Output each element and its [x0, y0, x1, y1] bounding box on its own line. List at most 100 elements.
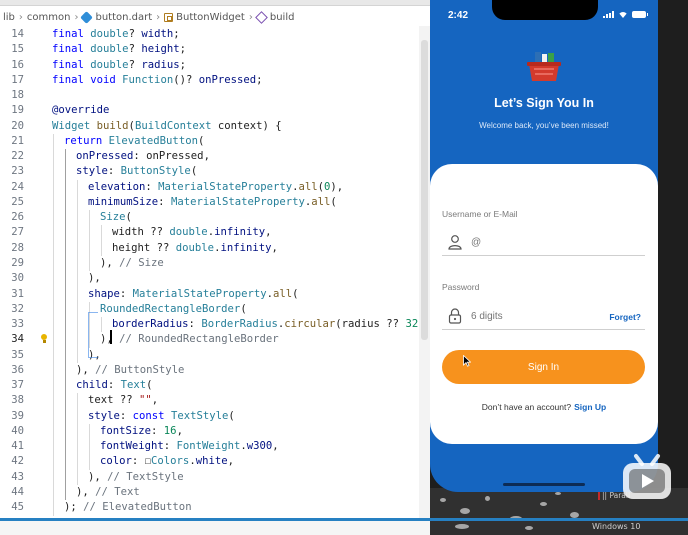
indent-guide [77, 194, 78, 211]
code-token: final [52, 73, 91, 86]
code-line[interactable]: 25 minimumSize: MaterialStateProperty.all… [0, 194, 430, 211]
signup-prompt-text: Don’t have an account? [481, 402, 572, 412]
breadcrumb-common[interactable]: common [27, 12, 71, 23]
chevron-right-icon: › [156, 11, 161, 23]
video-play-icon [623, 454, 671, 499]
code-line[interactable]: 19 @override [0, 103, 430, 118]
code-token: ElevatedButton [108, 134, 198, 147]
code-line[interactable]: 28 height ?? double.infinity, [0, 240, 430, 256]
code-line[interactable]: 22 onPressed: onPressed, [0, 149, 430, 165]
home-indicator[interactable] [503, 483, 585, 486]
code-line[interactable]: 36), // ButtonStyle [0, 362, 430, 379]
code-token: FontWeight [176, 440, 241, 453]
indent-guide [77, 469, 78, 485]
code-line[interactable]: 21 return ElevatedButton( [0, 133, 430, 150]
code-line[interactable]: 24 elevation: MaterialStateProperty.all(0… [0, 179, 430, 195]
windows-label: Windows 10 [592, 522, 641, 531]
line-number: 31 [11, 287, 24, 300]
code-line[interactable]: 34), // RoundedRectangleBorder [0, 332, 430, 348]
breadcrumb-method[interactable]: build [254, 10, 294, 24]
lightbulb-icon[interactable] [40, 334, 48, 344]
code-line[interactable]: 31 shape: MaterialStateProperty.all( [0, 286, 430, 302]
code-line[interactable]: 26 Size( [0, 210, 430, 226]
code-line[interactable]: 42 color: ☐Colors.white, [0, 454, 430, 470]
code-line[interactable]: 27 width ?? double.infinity, [0, 225, 430, 241]
code-line[interactable]: 33 borderRadius: BorderRadius.circular(ra… [0, 317, 430, 333]
username-field[interactable] [442, 230, 645, 256]
code-token: ? [128, 28, 142, 40]
forgot-password-link[interactable]: Forget? [609, 312, 641, 322]
code-token: : [119, 287, 133, 300]
code-line[interactable]: 39 style: const TextStyle( [0, 408, 430, 424]
editor-scrollbar-thumb[interactable] [421, 40, 428, 340]
code-token: Size [100, 211, 126, 224]
indent-guide [53, 271, 54, 287]
password-label: Password [442, 282, 480, 292]
code-line[interactable]: 23 style: ButtonStyle( [0, 164, 430, 180]
sign-in-button[interactable]: Sign In [442, 350, 645, 384]
breadcrumb-lib[interactable]: lib [3, 12, 15, 23]
mouse-pointer-icon [463, 355, 471, 367]
code-text: ), // TextStyle [88, 470, 184, 485]
indent-guide [53, 423, 54, 440]
code-line[interactable]: 35), [0, 347, 430, 363]
code-token: all [298, 180, 318, 193]
code-token: ()? [173, 73, 199, 86]
breadcrumb-class[interactable]: ButtonWidget [164, 12, 245, 23]
code-line[interactable]: 45); // ElevatedButton [0, 500, 430, 516]
code-line[interactable]: 14 final double? width; [0, 27, 430, 42]
indent-guide [65, 164, 66, 180]
code-line[interactable]: 40 fontSize: 16, [0, 423, 430, 440]
code-area[interactable]: 14 final double? width; 15 final double? he… [0, 27, 430, 531]
password-input[interactable] [471, 311, 601, 322]
code-text: color: ☐Colors.white, [100, 454, 234, 469]
indent-guide [53, 500, 54, 516]
code-token: all [272, 287, 293, 300]
code-line[interactable]: 29), // Size [0, 255, 430, 272]
code-token: shape [88, 287, 120, 300]
code-token: // Text [95, 485, 140, 498]
code-line[interactable]: 41 fontWeight: FontWeight.w300, [0, 439, 430, 455]
code-token: height ?? [112, 241, 176, 254]
code-text: style: ButtonStyle( [76, 164, 197, 179]
code-token: : onPressed, [133, 150, 210, 163]
indent-guide [77, 240, 78, 256]
code-line[interactable]: 38 text ?? "", [0, 393, 430, 409]
line-number: 22 [11, 150, 24, 163]
code-line[interactable]: 16 final double? radius; [0, 58, 430, 73]
code-token: double [90, 58, 129, 71]
code-editor[interactable]: lib › common › button.dart › ButtonWidge… [0, 0, 430, 535]
page-subtitle: Welcome back, you’ve been missed! [479, 121, 609, 130]
code-line[interactable]: 15 final double? height; [0, 42, 430, 57]
breadcrumb-file[interactable]: button.dart [80, 10, 152, 24]
code-line[interactable]: 37 child: Text( [0, 378, 430, 394]
code-token: // Size [119, 256, 164, 269]
code-token: , [265, 226, 272, 239]
code-line[interactable]: 18 [0, 88, 430, 103]
code-token: elevation [88, 180, 146, 193]
sign-up-link[interactable]: Sign Up [574, 402, 606, 412]
indent-guide [77, 286, 78, 302]
chevron-right-icon: › [74, 11, 79, 23]
code-text: final void Function()? onPressed; [52, 73, 263, 88]
code-token: // ButtonStyle [95, 363, 185, 376]
line-number: 19 [11, 104, 24, 117]
username-input[interactable] [471, 237, 601, 248]
code-token: circular [284, 318, 336, 331]
code-text: ), // Size [100, 256, 164, 271]
line-number: 40 [11, 424, 24, 437]
chevron-right-icon: › [248, 11, 253, 23]
code-line[interactable]: 43), // TextStyle [0, 469, 430, 485]
code-line[interactable]: 20 Widget build(BuildContext context) { [0, 119, 430, 134]
code-line[interactable]: 44), // Text [0, 484, 430, 501]
code-token: Function [122, 73, 174, 86]
code-line[interactable]: 30), [0, 271, 430, 287]
code-line[interactable]: 32 RoundedRectangleBorder( [0, 301, 430, 318]
method-symbol-icon [254, 10, 268, 24]
password-field[interactable]: Forget? [442, 304, 645, 330]
code-text: shape: MaterialStateProperty.all( [88, 287, 299, 302]
editor-tabs[interactable] [0, 0, 430, 6]
code-line[interactable]: 17 final void Function()? onPressed; [0, 73, 430, 88]
indent-guide [101, 240, 102, 256]
code-token: : [107, 165, 121, 178]
